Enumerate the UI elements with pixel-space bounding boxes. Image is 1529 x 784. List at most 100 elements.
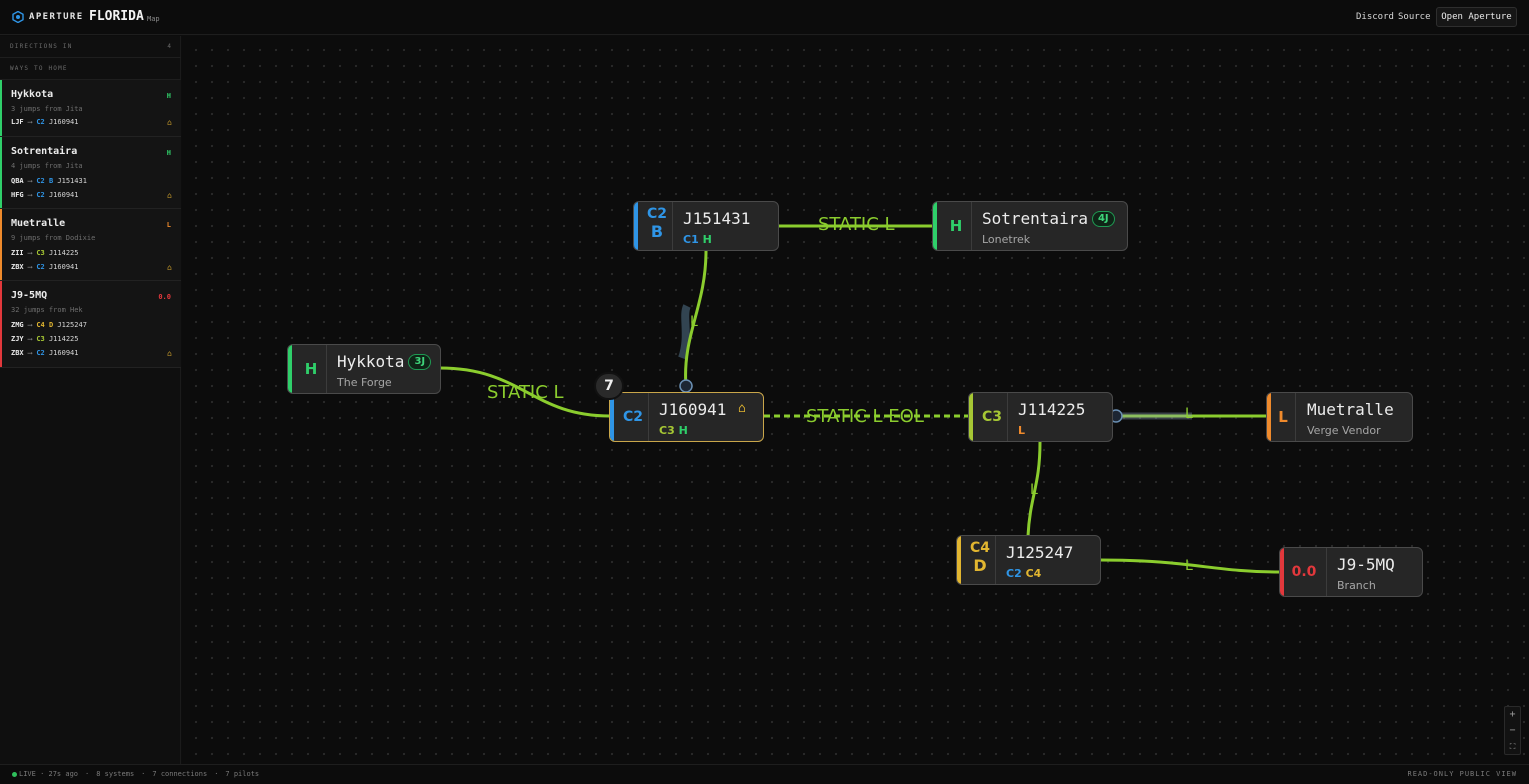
- route-step: ZBX ⟶ C2 J160941: [11, 263, 79, 271]
- route-step: ZBX ⟶ C2 J160941: [11, 349, 79, 357]
- wormhole-class: C4: [969, 540, 990, 556]
- node-divider: [1326, 548, 1327, 596]
- route-step-code: ZBX: [11, 349, 24, 357]
- zoom-out-icon[interactable]: −: [1505, 723, 1520, 738]
- class-stripe: [610, 393, 614, 441]
- fit-view-icon[interactable]: ⛶: [1505, 739, 1520, 754]
- route-step-code: LJF: [11, 118, 24, 126]
- zoom-in-icon[interactable]: +: [1505, 707, 1520, 722]
- route-step-system: J114225: [48, 335, 79, 343]
- connection-count: 7 connections: [152, 770, 208, 778]
- route-name: Muetralle: [11, 218, 66, 229]
- system-node-j160941[interactable]: C2 J160941 ⌂ C3 H: [609, 392, 764, 442]
- route-step-code: ZII: [11, 249, 24, 257]
- route-card-sotrentaira[interactable]: Sotrentaira H 4 jumps from Jita QBA ⟶ C2…: [0, 137, 181, 209]
- connection-label: STATIC L: [487, 382, 564, 403]
- connection-endpoint-dot: [679, 379, 693, 393]
- ways-to-home-header: WAYS TO HOME: [0, 58, 181, 80]
- route-step-effect: D: [48, 321, 54, 329]
- route-step: ZMG ⟶ C4 D J125247: [11, 321, 87, 329]
- security-class: H: [304, 360, 318, 378]
- route-step-class: C2: [36, 263, 45, 271]
- live-status: LIVE · 27s ago: [19, 770, 79, 778]
- route-card-hykkota[interactable]: Hykkota H 3 jumps from Jita LJF ⟶ C2 J16…: [0, 80, 181, 137]
- route-step-class: C4: [36, 321, 45, 329]
- route-name: Hykkota: [11, 89, 54, 100]
- route-step-class: C3: [36, 249, 45, 257]
- route-distance: 4 jumps from Jita: [11, 162, 83, 170]
- pilot-count: 7 pilots: [225, 770, 260, 778]
- system-name-row: Sotrentaira 4J: [982, 209, 1115, 228]
- route-step-class: C2: [36, 191, 45, 199]
- route-card-muetralle[interactable]: Muetralle L 9 jumps from Dodixie ZII ⟶ C…: [0, 209, 181, 281]
- map-canvas[interactable]: STATIC L STATIC L STATIC L EOL L L L L C…: [182, 36, 1529, 764]
- live-status-dot: [12, 772, 17, 777]
- static-class: C3: [659, 424, 675, 437]
- static-list: C2 C4: [1006, 567, 1041, 580]
- route-step-system: J151431: [57, 177, 87, 185]
- map-title: FLORIDA: [89, 9, 144, 24]
- discord-link[interactable]: Discord: [1356, 12, 1394, 22]
- route-step-system: J160941: [48, 118, 79, 126]
- route-accent: [0, 281, 2, 367]
- system-node-hykkota[interactable]: H Hykkota 3J The Forge: [287, 344, 441, 394]
- node-divider: [326, 345, 327, 393]
- pilot-count-badge: 7: [594, 372, 624, 400]
- route-step-code: HFG: [11, 191, 24, 199]
- map-stats: LIVE · 27s ago · 8 systems · 7 connections · 7…: [19, 770, 260, 778]
- class-stripe: [933, 202, 937, 250]
- route-distance: 3 jumps from Jita: [11, 105, 83, 113]
- security-tag: H: [166, 92, 171, 100]
- brand-name: APERTURE: [29, 12, 84, 22]
- system-node-j9-5mq[interactable]: 0.0 J9-5MQ Branch: [1279, 547, 1423, 597]
- route-accent: [0, 80, 2, 136]
- ways-to-home-label: WAYS TO HOME: [10, 65, 68, 72]
- system-node-j151431[interactable]: C2 B J151431 C1 H: [633, 201, 779, 251]
- route-step-code: QBA: [11, 177, 24, 185]
- directions-label: DIRECTIONS IN: [10, 43, 73, 50]
- node-divider: [971, 202, 972, 250]
- zoom-controls: + − ⛶: [1504, 706, 1521, 755]
- route-step-code: ZMG: [11, 321, 24, 329]
- system-node-j125247[interactable]: C4 D J125247 C2 C4: [956, 535, 1101, 585]
- route-step-system: J160941: [48, 191, 79, 199]
- security-class: H: [949, 217, 963, 235]
- wormhole-class: C3: [981, 409, 1002, 425]
- node-divider: [1295, 393, 1296, 441]
- region-name: Branch: [1337, 579, 1376, 592]
- connection-label: L: [1185, 558, 1193, 574]
- static-class: C2: [1006, 567, 1022, 580]
- route-step-class: C2: [36, 177, 45, 185]
- route-card-j9-5mq[interactable]: J9-5MQ 0.0 32 jumps from Hek ZMG ⟶ C4 D …: [0, 281, 181, 368]
- static-list: C3 H: [659, 424, 688, 437]
- route-step-code: ZBX: [11, 263, 24, 271]
- node-divider: [672, 202, 673, 250]
- system-node-j114225[interactable]: C3 J114225 L: [968, 392, 1113, 442]
- system-node-muetralle[interactable]: L Muetralle Verge Vendor: [1266, 392, 1413, 442]
- system-node-sotrentaira[interactable]: H Sotrentaira 4J Lonetrek: [932, 201, 1128, 251]
- static-class: C1: [683, 233, 699, 246]
- static-list: C1 H: [683, 233, 712, 246]
- node-divider: [648, 393, 649, 441]
- route-step-code: ZJY: [11, 335, 24, 343]
- route-step: ZII ⟶ C3 J114225: [11, 249, 79, 257]
- route-step-system: J160941: [48, 263, 79, 271]
- source-link[interactable]: Source: [1398, 12, 1431, 22]
- security-tag: 0.0: [158, 293, 171, 301]
- region-name: The Forge: [337, 376, 392, 389]
- route-accent: [0, 137, 2, 208]
- route-step-system: J125247: [57, 321, 87, 329]
- system-name: J160941: [659, 400, 727, 419]
- connection-label: L: [1030, 482, 1038, 498]
- static-class: H: [702, 233, 712, 246]
- map-subtitle: Map: [147, 15, 160, 23]
- route-step: ZJY ⟶ C3 J114225: [11, 335, 79, 343]
- wormhole-class: C2: [622, 409, 643, 425]
- system-name-row: Hykkota 3J: [337, 352, 432, 371]
- route-step: QBA ⟶ C2 B J151431: [11, 177, 87, 185]
- system-name: Muetralle: [1307, 400, 1394, 419]
- system-class: C2 B: [640, 202, 674, 250]
- home-icon: ⌂: [167, 263, 172, 272]
- open-aperture-button[interactable]: Open Aperture: [1436, 7, 1517, 27]
- region-name: Lonetrek: [982, 233, 1031, 246]
